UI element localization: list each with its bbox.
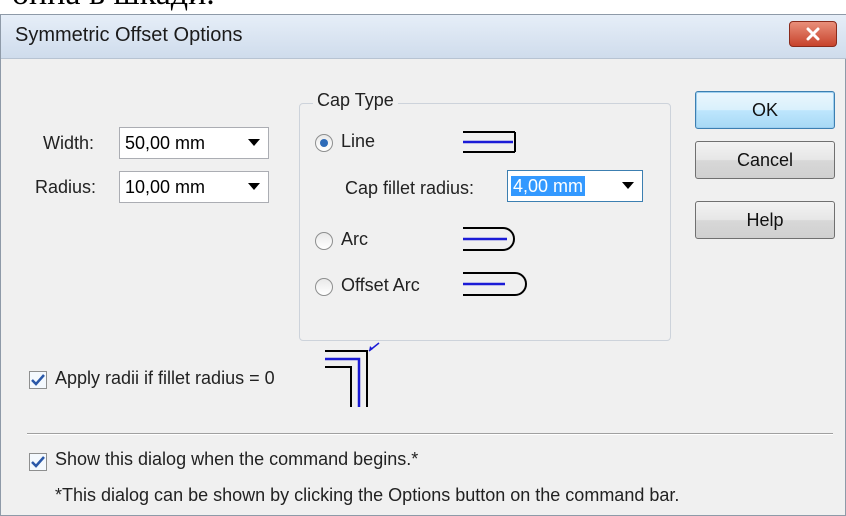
cap-line-label: Line [341,131,376,151]
chevron-down-icon[interactable] [614,182,642,190]
chevron-down-icon[interactable] [240,183,268,191]
cap-arc-radio[interactable] [315,232,333,250]
options-note: *This dialog can be shown by clicking th… [55,485,680,505]
help-button[interactable]: Help [695,201,835,239]
radius-label: Radius: [35,177,97,197]
ok-button[interactable]: OK [695,91,835,129]
cap-arc-label: Arc [341,229,368,249]
width-label: Width: [43,133,95,153]
show-dialog-checkbox[interactable] [29,453,47,471]
apply-radii-label: Apply radii if fillet radius = 0 [55,368,275,388]
cap-arc-preview-icon [463,227,515,251]
cap-offset-arc-radio[interactable] [315,278,333,296]
width-combobox[interactable]: 50,00 mm [119,127,269,159]
width-value: 50,00 mm [125,132,206,153]
cap-fillet-radius-label: Cap fillet radius: [345,178,475,198]
checkmark-icon [31,374,45,386]
window-title: Symmetric Offset Options [15,24,243,46]
radius-value: 10,00 mm [125,176,206,197]
fillet-corner-preview-icon [325,342,380,407]
cancel-button[interactable]: Cancel [695,141,835,179]
title-bar: Symmetric Offset Options [1,15,846,59]
cap-line-radio[interactable] [315,134,333,152]
cap-fillet-radius-value[interactable]: 4,00 mm [511,175,586,196]
close-button[interactable] [789,21,837,47]
radius-combobox[interactable]: 10,00 mm [119,171,269,203]
cap-offset-arc-label: Offset Arc [341,275,420,295]
apply-radii-checkbox[interactable] [29,371,47,389]
cap-line-preview-icon [463,131,516,153]
chevron-down-icon[interactable] [240,139,268,147]
checkmark-icon [31,456,45,468]
background-text-fragment: онна в шкади. [12,0,215,14]
show-dialog-label: Show this dialog when the command begins… [55,449,419,469]
symmetric-offset-dialog: Symmetric Offset Options Width: 50,00 mm… [0,14,846,516]
cap-offset-arc-preview-icon [463,272,527,296]
separator [27,433,833,435]
cap-fillet-radius-combobox[interactable]: 4,00 mm [507,170,643,202]
cap-type-label: Cap Type [313,90,398,111]
close-icon [806,27,820,41]
